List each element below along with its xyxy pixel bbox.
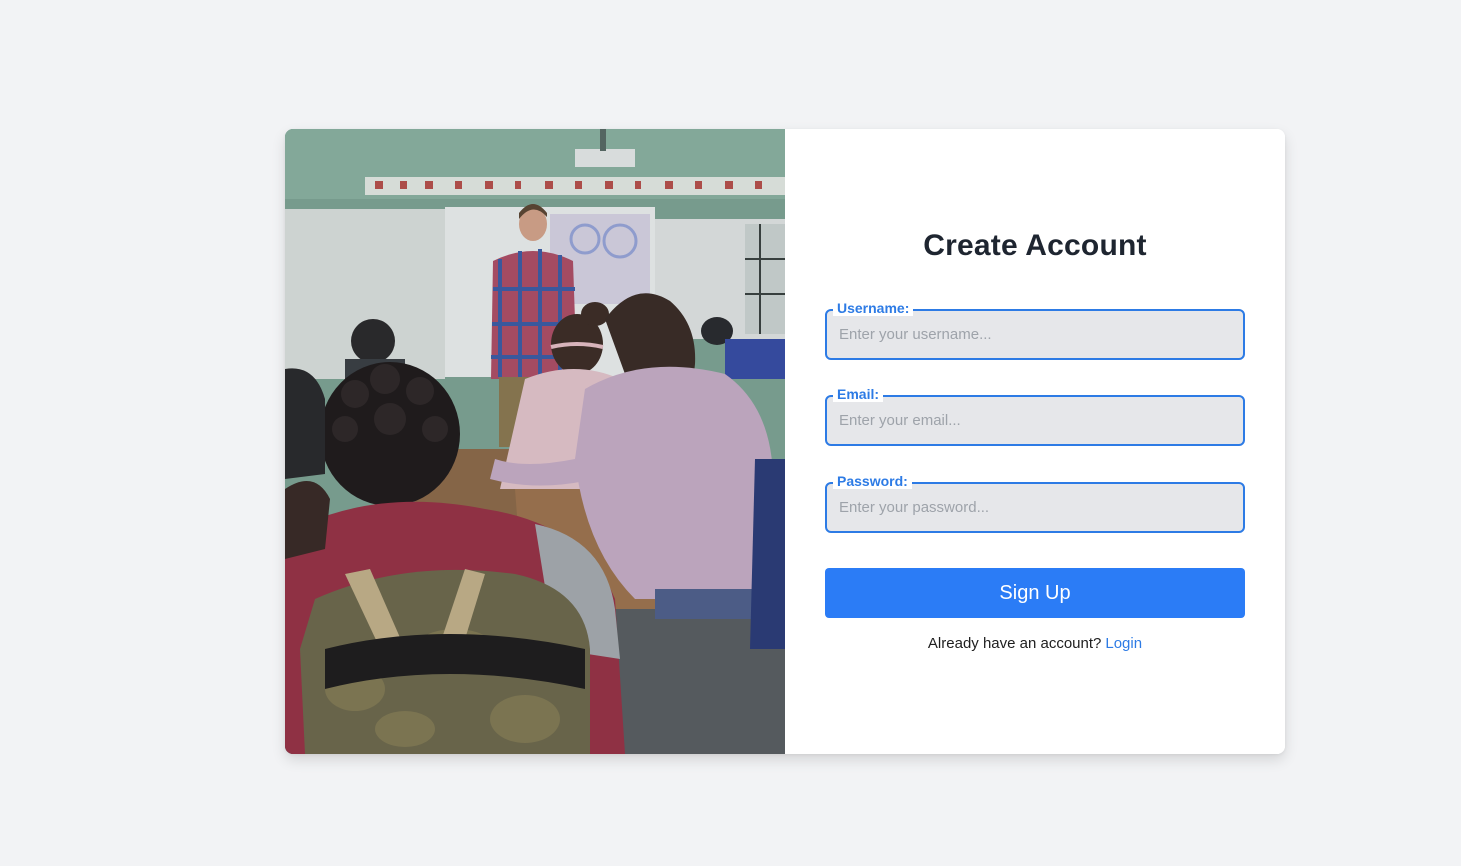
classroom-photo (285, 129, 785, 754)
username-label: Username: (833, 300, 914, 316)
login-link[interactable]: Login (1105, 635, 1142, 652)
email-field-group: Email: (825, 386, 1245, 446)
signup-form-panel: Create Account Username: Email: Password… (785, 129, 1285, 754)
page-title: Create Account (923, 229, 1147, 262)
password-label: Password: (833, 473, 912, 489)
login-prompt-text: Already have an account? (927, 635, 1102, 652)
sign-up-button[interactable]: Sign Up (825, 568, 1245, 618)
email-input[interactable] (825, 395, 1245, 446)
username-field-group: Username: (825, 300, 1245, 360)
login-prompt: Already have an account? Login (785, 635, 1285, 652)
password-input[interactable] (825, 482, 1245, 533)
email-label: Email: (833, 386, 884, 402)
password-field-group: Password: (825, 473, 1245, 533)
signup-card: Create Account Username: Email: Password… (285, 129, 1285, 754)
username-input[interactable] (825, 309, 1245, 360)
